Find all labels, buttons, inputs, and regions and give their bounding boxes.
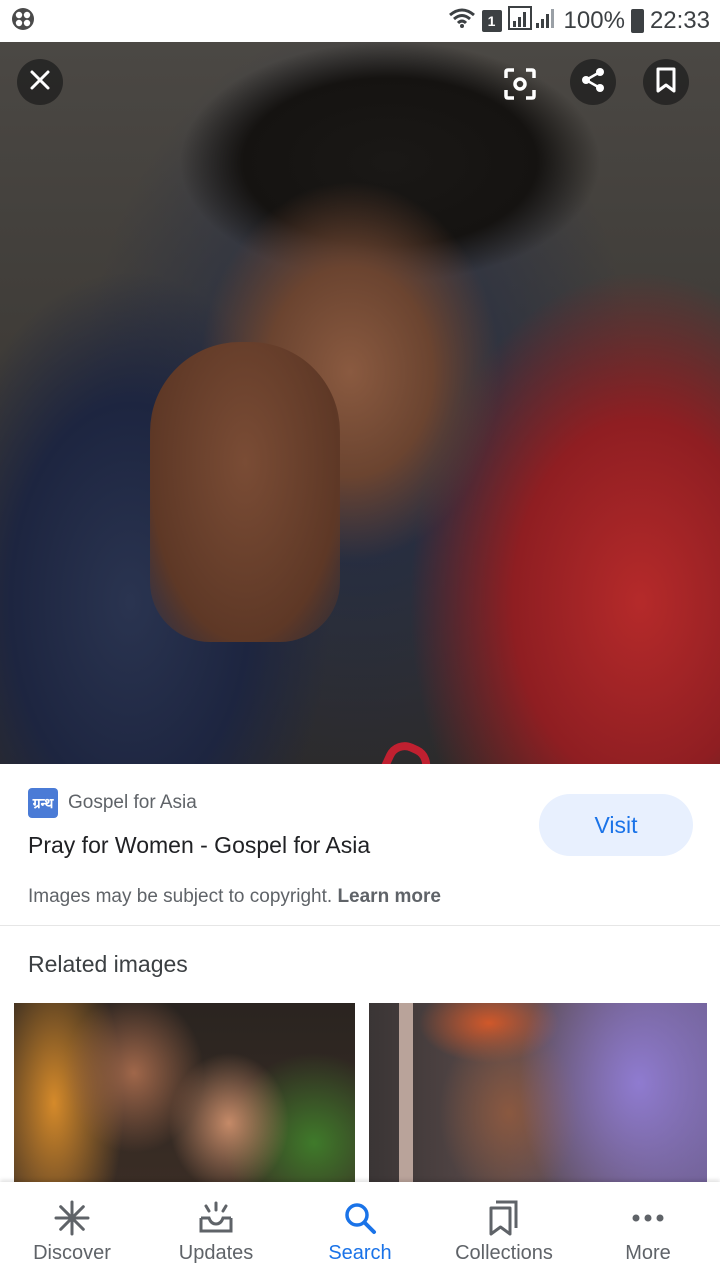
preview-image[interactable] xyxy=(0,42,720,764)
search-icon xyxy=(340,1198,380,1238)
nav-search[interactable]: Search xyxy=(288,1182,432,1280)
close-icon xyxy=(28,68,52,97)
copyright-notice: Images may be subject to copyright. Lear… xyxy=(28,886,441,908)
copyright-text: Images may be subject to copyright. xyxy=(28,886,333,907)
signal-icon xyxy=(507,5,558,37)
nav-collections[interactable]: Collections xyxy=(432,1182,576,1280)
app-notification-icon xyxy=(10,6,36,37)
clock: 22:33 xyxy=(649,7,710,34)
related-images-heading: Related images xyxy=(28,951,188,977)
nav-label: Collections xyxy=(455,1242,553,1264)
close-button[interactable] xyxy=(17,59,63,105)
asterisk-icon xyxy=(52,1198,92,1238)
visit-button[interactable]: Visit xyxy=(539,794,693,856)
nav-updates[interactable]: Updates xyxy=(144,1182,288,1280)
nav-more[interactable]: More xyxy=(576,1182,720,1280)
nav-label: Updates xyxy=(178,1242,254,1264)
image-detail xyxy=(365,735,437,764)
related-image-thumbnail[interactable] xyxy=(369,1003,707,1183)
related-image-thumbnail[interactable] xyxy=(14,1003,355,1183)
sim-slot-badge: 1 xyxy=(481,10,502,32)
nav-label: More xyxy=(625,1242,671,1264)
learn-more-link[interactable]: Learn more xyxy=(337,886,440,907)
nav-label: Discover xyxy=(33,1242,111,1264)
updates-tray-icon xyxy=(196,1198,236,1238)
lens-search-button[interactable] xyxy=(497,63,543,109)
status-bar: 1 100% 22:33 xyxy=(0,0,720,42)
lens-icon xyxy=(503,67,537,106)
nav-discover[interactable]: Discover xyxy=(0,1182,144,1280)
collections-icon xyxy=(484,1198,524,1238)
share-icon xyxy=(579,66,607,99)
save-to-collection-button[interactable] xyxy=(643,59,689,105)
bookmark-icon xyxy=(654,66,678,99)
source-name: Gospel for Asia xyxy=(68,792,197,813)
wifi-icon xyxy=(448,7,476,36)
nav-label: Search xyxy=(328,1242,392,1264)
image-region xyxy=(150,342,340,642)
site-favicon-icon: ग्रन्थ xyxy=(28,788,58,818)
battery-percent: 100% xyxy=(563,7,625,34)
image-detail xyxy=(399,1003,413,1183)
share-button[interactable] xyxy=(570,59,616,105)
battery-icon xyxy=(630,9,644,33)
source-row[interactable]: ग्रन्थ Gospel for Asia xyxy=(28,788,197,818)
more-dots-icon xyxy=(628,1198,668,1238)
result-title[interactable]: Pray for Women - Gospel for Asia xyxy=(28,832,370,859)
bottom-navigation: Discover Updates Search Collections More xyxy=(0,1182,720,1280)
